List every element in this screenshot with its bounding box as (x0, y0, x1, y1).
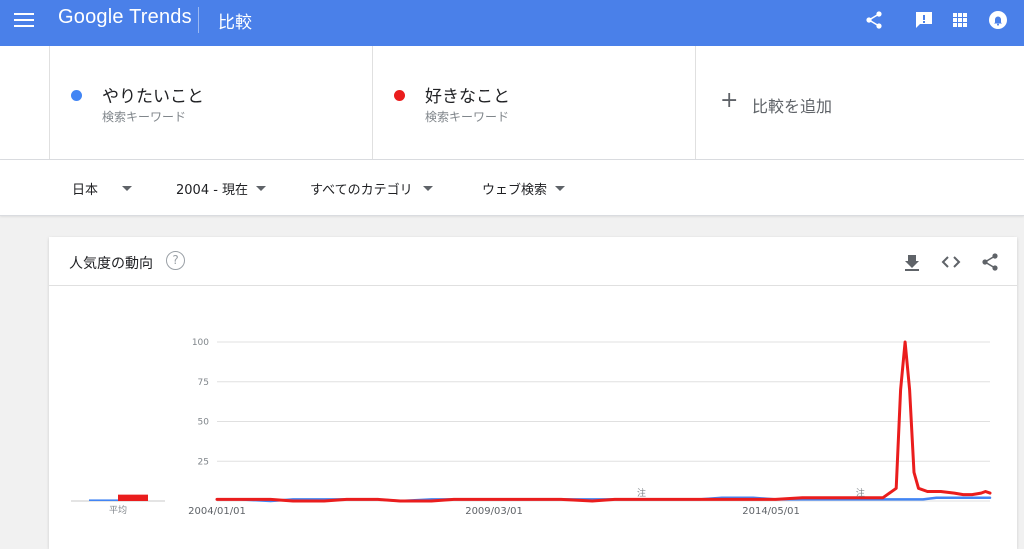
top-app-bar: Google Trends 比較 (0, 0, 1024, 46)
interest-over-time-card: 人気度の動向 ? 25 50 75 100 2004/01/01 2009/03/01 20… (49, 237, 1017, 549)
average-bar (118, 494, 148, 501)
category-dropdown[interactable]: すべてのカテゴリ (310, 179, 433, 198)
note-marker: 注 (637, 487, 646, 499)
region-value: 日本 (72, 183, 99, 198)
add-compare-label: 比較を追加 (752, 97, 833, 116)
term-color-dot (71, 90, 82, 101)
share-icon[interactable] (864, 10, 884, 30)
google-trends-logo[interactable]: Google Trends (58, 6, 192, 29)
average-bar (89, 499, 119, 501)
dropdown-arrow-icon (256, 186, 267, 191)
help-icon[interactable]: ? (166, 251, 185, 270)
page-title: 比較 (218, 13, 252, 33)
search-type-value: ウェブ検索 (482, 183, 548, 198)
dropdown-arrow-icon (555, 186, 566, 191)
term-name[interactable]: 好きなこと (425, 82, 510, 107)
topbar-divider (198, 7, 199, 33)
y-tick-label: 100 (192, 338, 209, 348)
dropdown-arrow-icon (122, 186, 133, 191)
term-type: 検索キーワード (102, 110, 187, 124)
term-card-2[interactable]: 好きなこと 検索キーワード (372, 46, 695, 159)
trend-chart[interactable]: 25 50 75 100 2004/01/01 2009/03/01 2014/05/01 平… (49, 286, 1017, 549)
x-tick-label: 2009/03/01 (465, 506, 523, 517)
term-card-1[interactable]: やりたいこと 検索キーワード (49, 46, 372, 159)
note-marker: 注 (856, 487, 865, 499)
x-tick-label: 2014/05/01 (742, 506, 800, 517)
term-name[interactable]: やりたいこと (102, 82, 204, 107)
add-compare-button[interactable]: + 比較を追加 (695, 46, 1024, 159)
search-terms-row: やりたいこと 検索キーワード 好きなこと 検索キーワード + 比較を追加 (0, 46, 1024, 160)
y-tick-label: 50 (198, 418, 210, 428)
average-label: 平均 (109, 504, 127, 516)
share-icon[interactable] (980, 252, 1000, 272)
menu-icon[interactable] (14, 13, 34, 29)
dropdown-arrow-icon (422, 186, 433, 191)
term-type: 検索キーワード (425, 110, 510, 124)
apps-icon[interactable] (950, 10, 970, 30)
download-icon[interactable] (902, 252, 922, 272)
region-dropdown[interactable]: 日本 (72, 179, 133, 198)
search-type-dropdown[interactable]: ウェブ検索 (482, 179, 566, 198)
term-color-dot (394, 90, 405, 101)
period-value: 2004 - 現在 (176, 183, 249, 198)
y-tick-label: 25 (198, 457, 209, 467)
notifications-icon[interactable] (988, 10, 1008, 30)
category-value: すべてのカテゴリ (310, 183, 413, 198)
period-dropdown[interactable]: 2004 - 現在 (176, 179, 267, 198)
feedback-icon[interactable] (914, 10, 934, 30)
y-tick-label: 75 (198, 378, 209, 388)
x-tick-label: 2004/01/01 (188, 506, 246, 517)
card-title: 人気度の動向 (69, 256, 153, 272)
plus-icon: + (720, 88, 739, 113)
embed-icon[interactable] (941, 252, 961, 272)
filters-row: 日本 2004 - 現在 すべてのカテゴリ ウェブ検索 (0, 160, 1024, 216)
card-header: 人気度の動向 ? (49, 237, 1017, 286)
